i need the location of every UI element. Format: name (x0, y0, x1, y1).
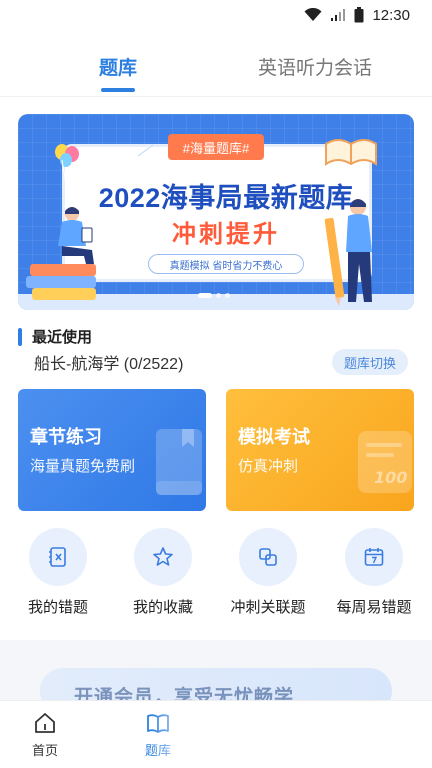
open-book-icon (325, 139, 377, 166)
banner-chip: 真题模拟 省时省力不费心 (148, 254, 304, 274)
carousel-dot[interactable] (225, 293, 230, 298)
mock-exam-card[interactable]: 100 模拟考试 仿真冲刺 (226, 389, 414, 511)
recent-course-name: 船长-航海学 (34, 356, 120, 373)
recent-course[interactable]: 船长-航海学 (0/2522) (34, 350, 183, 374)
tab-label: 题库 (98, 58, 137, 79)
nav-fade-overlay (150, 706, 310, 762)
quick-action-favorites[interactable]: 我的收藏 (115, 528, 211, 617)
tab-active-indicator (101, 88, 135, 92)
quick-action-label: 我的错题 (27, 599, 88, 616)
quick-action-weekly-errors[interactable]: 每周易错题 (326, 528, 422, 617)
status-time: 12:30 (372, 6, 410, 24)
link-squares-icon (259, 548, 277, 566)
promo-banner[interactable]: #海量题库# 2022海事局最新题库 冲刺提升 真题模拟 省时省力不费心 (18, 114, 414, 310)
status-bar: 12:30 (0, 0, 432, 30)
section-accent-bar (18, 327, 22, 346)
nav-label: 首页 (31, 743, 58, 758)
recent-course-progress: (0/2522) (123, 356, 184, 373)
star-icon (153, 547, 173, 566)
home-icon (35, 713, 55, 733)
top-tabs: 题库 英语听力会话 (0, 38, 432, 94)
recent-title-label: 最近使用 (32, 329, 93, 346)
quick-action-sprint-related[interactable]: 冲刺关联题 (220, 528, 316, 617)
nav-home[interactable]: 首页 (15, 711, 75, 759)
chapter-practice-card[interactable]: 章节练习 海量真题免费刷 (18, 389, 206, 511)
calendar-icon (364, 548, 384, 566)
quick-action-my-errors[interactable]: 我的错题 (10, 528, 106, 617)
book-decoration-icon (156, 429, 202, 495)
wifi-icon (304, 8, 322, 21)
banner-subtitle: 冲刺提升 (172, 221, 280, 248)
banner-tag: #海量题库# (168, 134, 264, 160)
quick-action-label: 每周易错题 (336, 599, 412, 616)
carousel-dot[interactable] (216, 293, 221, 298)
student-with-books-illustration (26, 207, 96, 300)
carousel-dots (198, 293, 230, 298)
mock-exam-title: 模拟考试 (238, 427, 310, 447)
exam-paper-decoration-icon: 100 (358, 431, 412, 493)
balloons-icon (55, 144, 79, 185)
paper-plane-icon (125, 144, 154, 163)
tab-question-bank[interactable]: 题库 (78, 38, 158, 94)
recent-section-title: 最近使用 (18, 326, 92, 347)
mock-exam-desc: 仿真冲刺 (238, 458, 299, 475)
tab-english-listening[interactable]: 英语听力会话 (240, 38, 390, 94)
battery-icon (354, 7, 364, 23)
svg-text:100: 100 (374, 468, 407, 487)
chapter-practice-desc: 海量真题免费刷 (30, 458, 136, 475)
quick-action-label: 我的收藏 (132, 599, 193, 616)
chapter-practice-title: 章节练习 (30, 427, 102, 447)
error-book-icon (49, 547, 66, 567)
quick-action-label: 冲刺关联题 (230, 599, 306, 616)
carousel-dot-active[interactable] (198, 293, 212, 298)
switch-bank-button[interactable]: 题库切换 (332, 349, 408, 375)
signal-icon (331, 9, 346, 21)
tab-label: 英语听力会话 (257, 58, 372, 79)
header-divider (0, 96, 432, 97)
banner-title: 2022海事局最新题库 (98, 183, 354, 213)
